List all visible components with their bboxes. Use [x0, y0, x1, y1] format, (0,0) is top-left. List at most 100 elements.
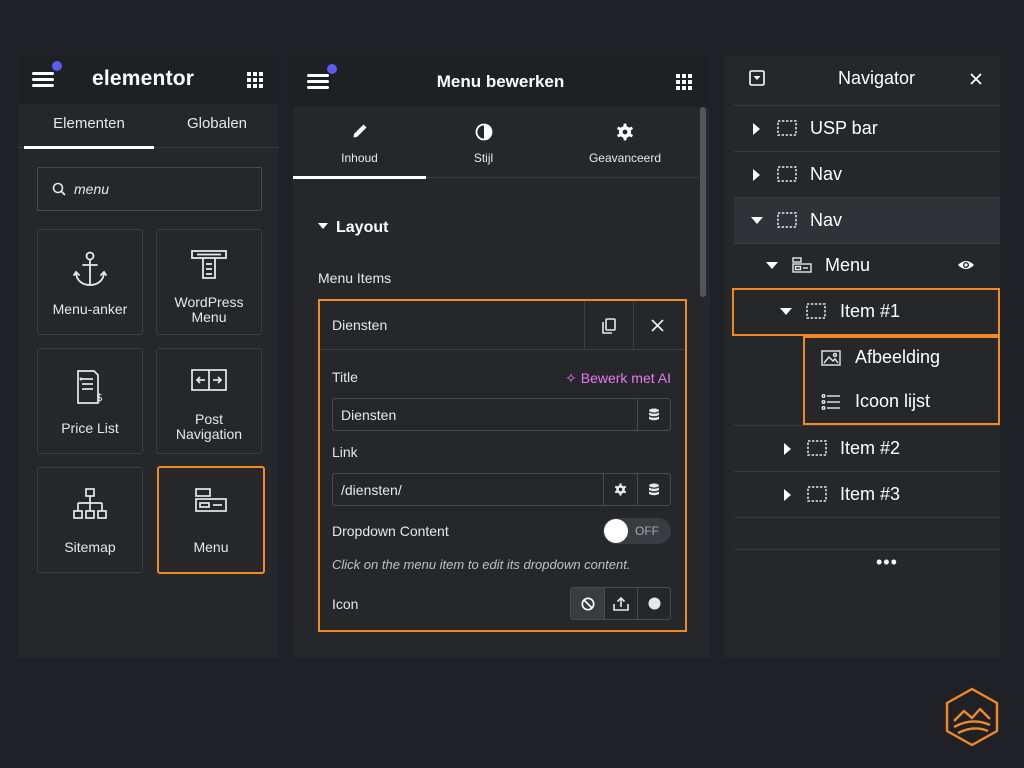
caret-right-icon[interactable] [784, 443, 791, 455]
edit-tabs: Inhoud Stijl Geavanceerd [293, 107, 699, 179]
search-icon [52, 182, 66, 196]
widget-menu[interactable]: Menu [157, 466, 265, 574]
widget-post-navigation[interactable]: Post Navigation [156, 348, 262, 454]
tab-inhoud[interactable]: Inhoud [293, 107, 426, 179]
widget-sitemap[interactable]: Sitemap [37, 467, 143, 573]
icon-selector [570, 587, 671, 620]
panel-title: Menu bewerken [436, 72, 565, 91]
database-icon [648, 408, 660, 422]
database-icon [648, 483, 660, 497]
row-label: Icoon lijst [855, 391, 931, 411]
icon-upload-button[interactable] [604, 588, 637, 619]
grid-icon[interactable] [247, 72, 263, 88]
grid-icon[interactable] [676, 74, 692, 90]
tab-label: Geavanceerd [588, 151, 662, 165]
caret-right-icon[interactable] [753, 169, 760, 181]
navigator-row[interactable]: USP bar [734, 106, 1000, 152]
pencil-icon [293, 123, 426, 139]
title-input[interactable] [341, 406, 591, 424]
navigator-row[interactable]: Menu [734, 244, 1000, 288]
image-icon [821, 350, 841, 366]
tab-stijl[interactable]: Stijl [426, 107, 541, 178]
title-field [332, 398, 671, 431]
navigator-row[interactable]: Item #3 [734, 472, 1000, 518]
navigator-row[interactable]: Icoon lijst [805, 381, 998, 423]
navigator-row[interactable]: Afbeelding [805, 338, 998, 380]
tab-globalen[interactable]: Globalen [152, 104, 282, 148]
circle-icon [648, 597, 661, 610]
svg-text:$: $ [96, 391, 103, 404]
link-label: Link [332, 444, 358, 460]
container-icon [777, 166, 797, 182]
contrast-icon [426, 123, 541, 141]
widget-label: Menu-anker [52, 301, 128, 317]
duplicate-button[interactable] [584, 301, 632, 350]
search-input[interactable] [74, 178, 254, 200]
widget-label: Menu [193, 539, 229, 555]
more-options[interactable]: ••• [876, 552, 898, 573]
container-icon [777, 212, 797, 228]
elements-panel: elementor Elementen Globalen Menu-anker … [18, 56, 279, 658]
caret-down-icon [318, 223, 328, 229]
ai-edit-link[interactable]: ✧ Bewerk met AI [565, 370, 671, 387]
tab-elementen[interactable]: Elementen [24, 104, 154, 149]
navigator-panel: Navigator USP bar Nav Nav Menu Item #1 A… [724, 56, 1000, 658]
gear-icon [614, 483, 627, 496]
container-icon [807, 486, 827, 502]
widget-wordpress-menu[interactable]: WordPress Menu [156, 229, 262, 335]
repeater-item-title: Diensten [332, 317, 388, 333]
navigator-row[interactable]: Nav [734, 198, 1000, 244]
navigator-row[interactable]: Item #1 [736, 290, 998, 334]
caret-right-icon[interactable] [753, 123, 760, 135]
price-list-icon: $ [38, 369, 142, 405]
remove-button[interactable] [633, 301, 681, 350]
caret-down-icon[interactable] [780, 308, 792, 315]
anchor-icon [38, 250, 142, 288]
navigator-row[interactable]: Nav [734, 152, 1000, 198]
widget-menu-anker[interactable]: Menu-anker [37, 229, 143, 335]
icon-library-button[interactable] [637, 588, 670, 619]
tab-label: Stijl [473, 151, 494, 165]
tab-label: Inhoud [341, 151, 378, 165]
collapse-all-icon[interactable] [749, 70, 765, 86]
elementor-logo: elementor [92, 67, 195, 90]
hamburger-icon[interactable] [32, 72, 54, 88]
ban-icon [581, 597, 595, 611]
notification-dot [52, 61, 62, 71]
hamburger-icon[interactable] [307, 74, 329, 90]
toggle-knob [604, 519, 628, 543]
caret-right-icon[interactable] [784, 489, 791, 501]
close-icon[interactable] [970, 73, 982, 85]
row-label: Item #3 [840, 484, 901, 504]
elements-header: elementor [18, 56, 279, 104]
widget-label: Price List [61, 420, 119, 436]
icon-none-button[interactable] [571, 588, 604, 619]
brand-logo [944, 687, 1000, 747]
section-layout[interactable]: Layout [318, 219, 388, 237]
dynamic-tags-button[interactable] [637, 399, 670, 430]
copy-icon [601, 317, 616, 334]
menu-widget-icon [792, 257, 812, 273]
eye-icon[interactable] [957, 259, 975, 271]
close-icon [651, 319, 664, 332]
widget-label: Sitemap [64, 539, 116, 555]
panel-scrollbar[interactable] [698, 107, 706, 297]
caret-down-icon[interactable] [751, 217, 763, 224]
dynamic-tags-button[interactable] [637, 474, 670, 505]
section-title: Layout [336, 219, 389, 236]
ai-edit-label: Bewerk met AI [580, 370, 671, 386]
dropdown-hint: Click on the menu item to edit its dropd… [332, 557, 631, 572]
dropdown-toggle[interactable]: OFF [603, 518, 671, 544]
widget-price-list[interactable]: $ Price List [37, 348, 143, 454]
widget-label: Post Navigation [175, 411, 243, 442]
link-options-button[interactable] [603, 474, 636, 505]
navigator-row[interactable]: Item #2 [734, 426, 1000, 472]
post-navigation-icon [157, 369, 261, 391]
container-icon [777, 120, 797, 136]
link-input[interactable] [341, 481, 591, 499]
repeater-item-header[interactable]: Diensten [320, 301, 685, 350]
container-icon [806, 303, 826, 319]
edit-menu-panel: Menu bewerken Inhoud Stijl Geavanceerd L… [293, 56, 710, 658]
tab-geavanceerd[interactable]: Geavanceerd [557, 107, 693, 178]
caret-down-icon[interactable] [766, 262, 778, 269]
